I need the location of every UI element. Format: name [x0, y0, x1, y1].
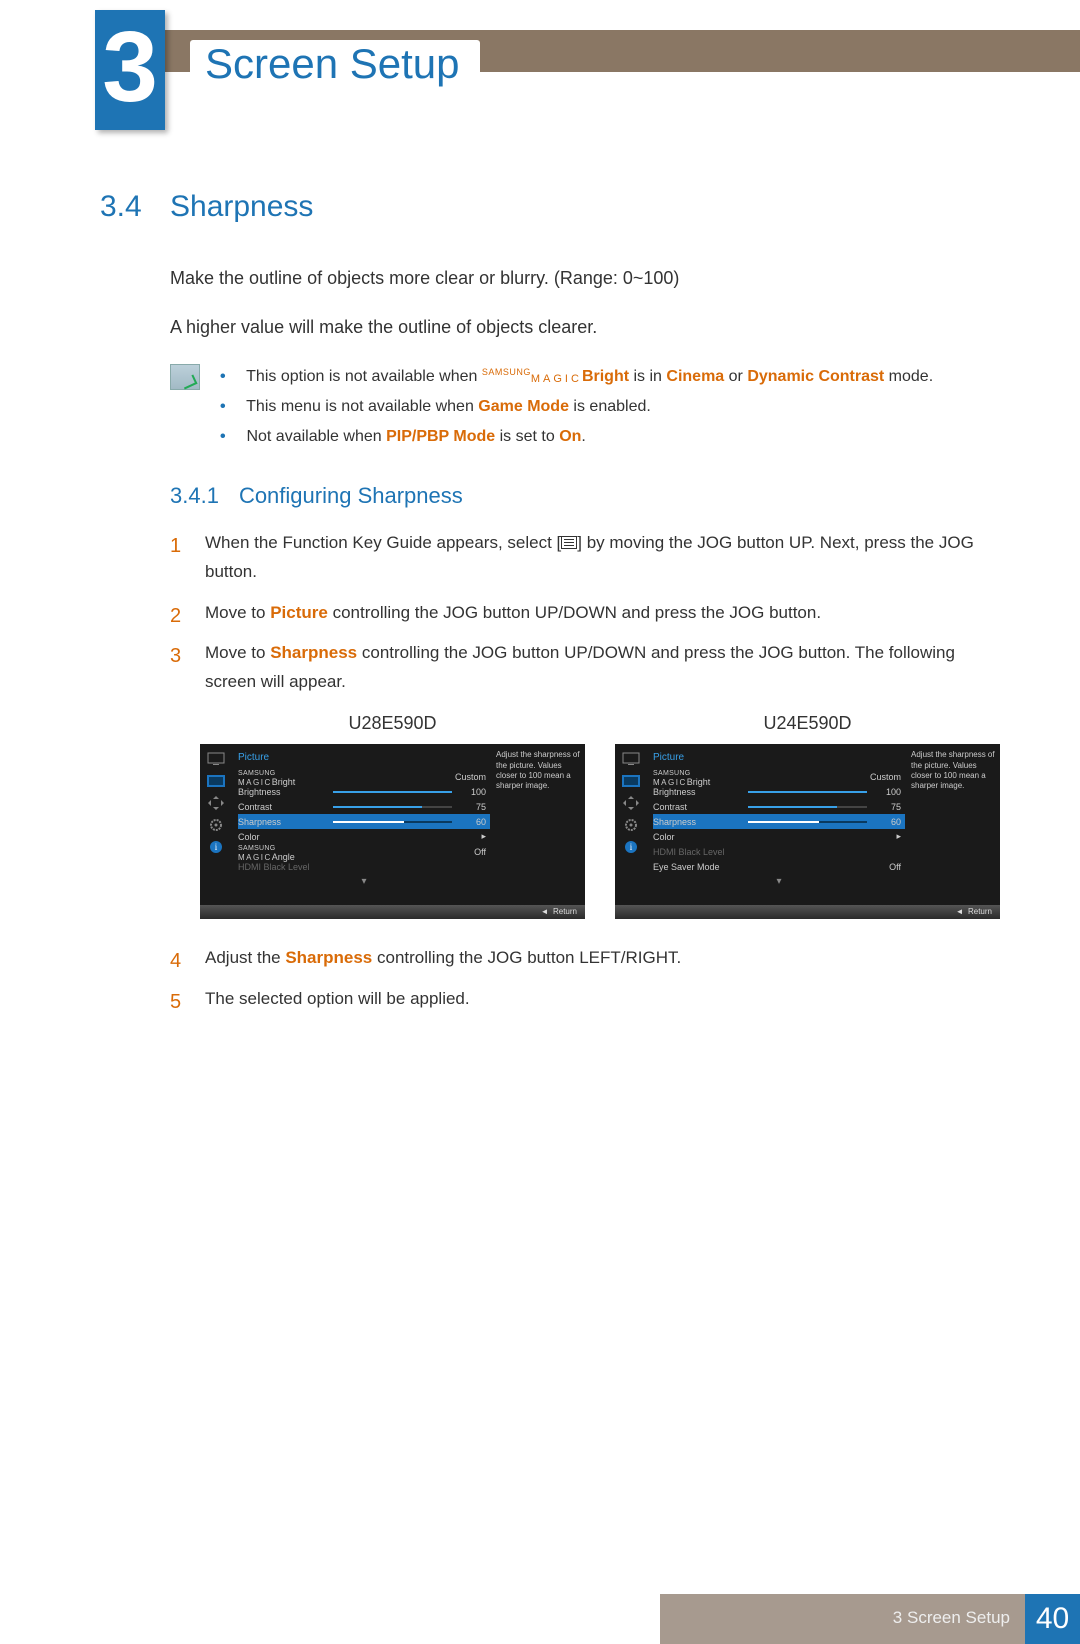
step-5: The selected option will be applied.	[170, 985, 1000, 1014]
osd-header: Picture	[238, 752, 490, 763]
osd-icon-gear	[207, 818, 225, 832]
osd-side-text: Adjust the sharpness of the picture. Val…	[911, 750, 996, 792]
osd-icon-gear	[622, 818, 640, 832]
footer-chapter: 3 Screen Setup	[893, 1608, 1010, 1628]
section-title: Sharpness	[170, 190, 313, 224]
intro-p1: Make the outline of objects more clear o…	[170, 264, 1000, 293]
subsection-heading: 3.4.1 Configuring Sharpness	[170, 483, 1000, 509]
osd-row-sharpness: Sharpness60	[653, 814, 905, 829]
osd-row-magic-bright: SAMSUNGMAGICBrightCustom	[653, 769, 905, 784]
osd-footer: ◄ Return	[200, 905, 585, 919]
note-item-3: Not available when PIP/PBP Mode is set t…	[220, 422, 933, 452]
section-number: 3.4	[100, 190, 170, 224]
osd-panel-b: i Picture SAMSUNGMAGICBrightCustom Brigh…	[615, 744, 1000, 919]
note-item-2: This menu is not available when Game Mod…	[220, 392, 933, 422]
footer-page-number: 40	[1025, 1594, 1080, 1644]
osd-icon-arrows	[622, 796, 640, 810]
osd-row-color: Color▸	[653, 829, 905, 844]
chapter-title: Screen Setup	[190, 40, 480, 93]
steps-list-cont: Adjust the Sharpness controlling the JOG…	[170, 944, 1000, 1014]
osd-icon-info: i	[622, 840, 640, 854]
step-2: Move to Picture controlling the JOG butt…	[170, 599, 1000, 628]
section-heading: 3.4 Sharpness	[100, 190, 1000, 224]
page-footer: 3 Screen Setup 40	[0, 1594, 1080, 1644]
osd-icon-monitor	[622, 752, 640, 766]
chapter-number: 3	[95, 10, 165, 125]
steps-list: When the Function Key Guide appears, sel…	[170, 529, 1000, 697]
osd-row-magic-bright: SAMSUNGMAGICBrightCustom	[238, 769, 490, 784]
note-block: This option is not available when SAMSUN…	[170, 362, 1000, 453]
osd-row-eye: Eye Saver ModeOff	[653, 859, 905, 874]
note-list: This option is not available when SAMSUN…	[220, 362, 933, 453]
step-1: When the Function Key Guide appears, sel…	[170, 529, 1000, 587]
osd-row-sharpness: Sharpness60	[238, 814, 490, 829]
chapter-badge: 3	[95, 10, 165, 130]
osd-header: Picture	[653, 752, 905, 763]
subsection-num: 3.4.1	[170, 483, 219, 509]
osd-screenshots: U28E590D i Picture SAMSUNGMAGICBrightCus…	[200, 713, 1000, 919]
note-item-1: This option is not available when SAMSUN…	[220, 362, 933, 392]
osd-footer: ◄ Return	[615, 905, 1000, 919]
note-icon	[170, 364, 200, 390]
menu-icon	[561, 536, 577, 549]
osd-icon-monitor	[207, 752, 225, 766]
osd-icon-picture	[207, 774, 225, 788]
osd-row-magic-angle: SAMSUNGMAGICAngleOff	[238, 844, 490, 859]
step-3: Move to Sharpness controlling the JOG bu…	[170, 639, 1000, 697]
osd-icon-picture	[622, 774, 640, 788]
osd-icon-info: i	[207, 840, 225, 854]
osd-icon-arrows	[207, 796, 225, 810]
osd-side-text: Adjust the sharpness of the picture. Val…	[496, 750, 581, 792]
osd-scroll-down: ▾	[653, 876, 905, 887]
osd-row-brightness: Brightness100	[238, 784, 490, 799]
subsection-title: Configuring Sharpness	[239, 483, 463, 509]
model-a-label: U28E590D	[200, 713, 585, 734]
osd-row-contrast: Contrast75	[653, 799, 905, 814]
osd-panel-a: i Picture SAMSUNGMAGICBrightCustom Brigh…	[200, 744, 585, 919]
footer-accent	[660, 1594, 1080, 1644]
osd-row-contrast: Contrast75	[238, 799, 490, 814]
page-header: 3 Screen Setup	[0, 0, 1080, 100]
osd-scroll-down: ▾	[238, 876, 490, 887]
step-4: Adjust the Sharpness controlling the JOG…	[170, 944, 1000, 973]
osd-row-brightness: Brightness100	[653, 784, 905, 799]
osd-row-hdmi: HDMI Black Level	[238, 859, 490, 874]
intro-p2: A higher value will make the outline of …	[170, 313, 1000, 342]
model-b-label: U24E590D	[615, 713, 1000, 734]
osd-row-hdmi: HDMI Black Level	[653, 844, 905, 859]
